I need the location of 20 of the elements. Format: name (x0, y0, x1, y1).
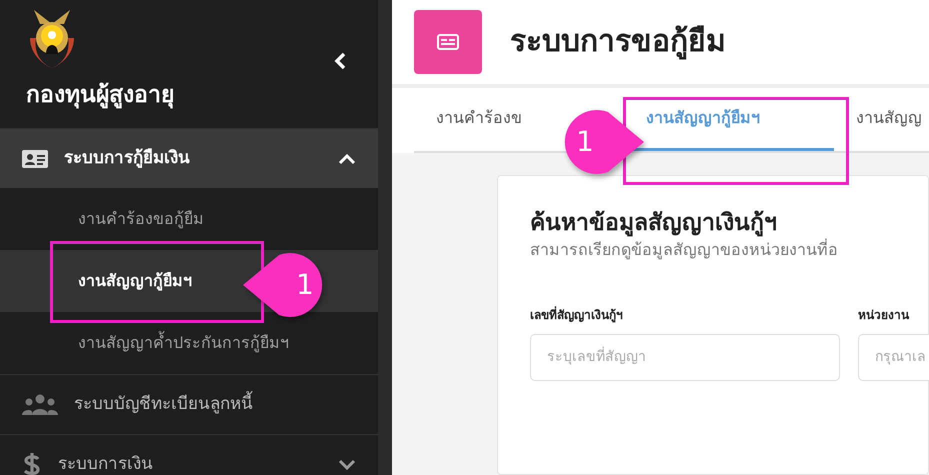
submenu-item[interactable]: งานคำร้องขอกู้ยืม (0, 188, 378, 250)
field-label: หน่วยงาน (858, 306, 910, 324)
chevron-up-icon (338, 152, 356, 164)
menu-group[interactable]: ระบบบัญชีทะเบียนลูกหนี้ (0, 374, 378, 434)
tab[interactable]: งานสัญญ (834, 88, 929, 151)
field-label: เลขที่สัญญาเงินกู้ฯ (530, 306, 624, 324)
page-icon (414, 10, 482, 74)
id-card-icon (22, 150, 48, 168)
users-icon (22, 394, 58, 416)
input-field[interactable]: ระบุเลขที่สัญญา (530, 334, 840, 381)
brand-name: กองทุนผู้สูงอายุ (26, 81, 175, 110)
dollar-icon (22, 452, 42, 475)
card-subtitle: สามารถเรียกดูข้อมูลสัญญาของหน่วยงานที่อ (530, 238, 839, 262)
menu-group[interactable]: ระบบการเงิน (0, 434, 378, 475)
menu-group[interactable]: ระบบการกู้ยืมเงิน (0, 128, 378, 188)
input-field[interactable]: กรุณาเล (858, 334, 929, 381)
page-title: ระบบการขอกู้ยืม (510, 24, 726, 60)
card-title: ค้นหาข้อมูลสัญญาเงินกู้ฯ (530, 210, 778, 238)
chevron-down-icon (338, 458, 356, 470)
submenu-item[interactable]: งานสัญญาค้ำประกันการกู้ยืมฯ (0, 312, 378, 374)
